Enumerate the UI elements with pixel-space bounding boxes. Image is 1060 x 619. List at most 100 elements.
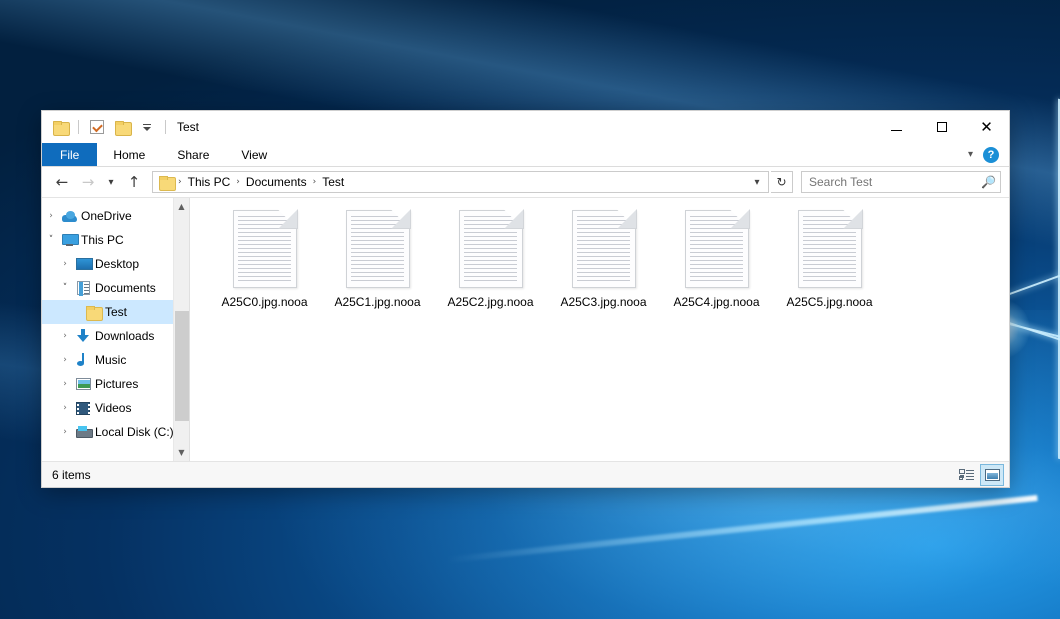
file-name-label: A25C4.jpg.nooa (673, 295, 759, 310)
forward-button[interactable]: → (76, 170, 100, 194)
window-body: › OneDrive ˅ This PC › Desktop ˅ (42, 197, 1009, 461)
chevron-down-icon[interactable]: ▾ (968, 149, 973, 160)
sidebar-item-label: OneDrive (78, 209, 132, 223)
list-item[interactable]: A25C4.jpg.nooa (660, 208, 773, 330)
help-icon[interactable]: ? (983, 147, 999, 163)
breadcrumb-item-documents[interactable]: Documents (241, 172, 312, 192)
disk-icon (74, 426, 92, 438)
tab-home[interactable]: Home (97, 143, 161, 166)
sidebar-item-onedrive[interactable]: › OneDrive (42, 204, 189, 228)
expander-icon[interactable]: › (56, 427, 74, 437)
expander-icon[interactable]: › (42, 211, 60, 221)
new-folder-icon[interactable] (112, 117, 132, 137)
sidebar-item-label: Pictures (92, 377, 138, 391)
list-item[interactable]: A25C1.jpg.nooa (321, 208, 434, 330)
toolbar-separator-1 (78, 120, 79, 134)
properties-icon[interactable] (87, 117, 107, 137)
sidebar-item-pictures[interactable]: › Pictures (42, 372, 189, 396)
tab-view[interactable]: View (225, 143, 283, 166)
sidebar-item-music[interactable]: › Music (42, 348, 189, 372)
file-name-label: A25C5.jpg.nooa (786, 295, 872, 310)
sidebar-item-documents[interactable]: ˅ Documents (42, 276, 189, 300)
expander-icon[interactable]: ˅ (56, 283, 74, 293)
sidebar-item-label: Music (92, 353, 126, 367)
sidebar-scrollbar[interactable]: ▲ ▼ (173, 198, 189, 461)
list-item[interactable]: A25C3.jpg.nooa (547, 208, 660, 330)
scroll-up-icon[interactable]: ▲ (174, 198, 190, 215)
minimize-button[interactable] (874, 111, 919, 143)
sidebar-item-local-disk[interactable]: › Local Disk (C:) (42, 420, 189, 444)
expander-icon[interactable]: › (56, 259, 74, 269)
sidebar-item-test[interactable]: Test (42, 300, 189, 324)
generic-document-icon (572, 210, 636, 288)
list-item[interactable]: A25C5.jpg.nooa (773, 208, 886, 330)
scrollbar-track[interactable] (174, 215, 190, 444)
generic-document-icon (459, 210, 523, 288)
sidebar-item-label: Videos (92, 401, 131, 415)
close-icon: ✕ (980, 120, 993, 135)
scroll-down-icon[interactable]: ▼ (174, 444, 190, 461)
up-button[interactable]: ↑ (122, 170, 146, 194)
recent-locations-button[interactable]: ▾ (102, 170, 120, 194)
window-title: Test (177, 120, 199, 134)
details-view-icon (959, 469, 974, 480)
scrollbar-thumb[interactable] (175, 311, 189, 421)
sidebar-item-label: Local Disk (C:) (92, 425, 174, 439)
sidebar-item-label: Desktop (92, 257, 139, 271)
address-bar: ← → ▾ ↑ › This PC › Documents › Test ▾ ↻… (42, 167, 1009, 197)
expander-icon[interactable]: ˅ (42, 235, 60, 245)
sidebar-item-label: Documents (92, 281, 156, 295)
view-mode-buttons (955, 465, 1003, 485)
search-input[interactable] (809, 175, 981, 189)
folder-icon (84, 306, 102, 319)
generic-document-icon (346, 210, 410, 288)
expander-icon[interactable]: › (56, 331, 74, 341)
back-button[interactable]: ← (50, 170, 74, 194)
sidebar-item-videos[interactable]: › Videos (42, 396, 189, 420)
sidebar-item-downloads[interactable]: › Downloads (42, 324, 189, 348)
computer-icon (60, 234, 78, 246)
expander-icon[interactable]: › (56, 379, 74, 389)
generic-document-icon (233, 210, 297, 288)
sidebar-item-label: Downloads (92, 329, 154, 343)
toolbar-separator-2 (165, 120, 166, 134)
generic-document-icon (685, 210, 749, 288)
pictures-icon (74, 378, 92, 390)
file-list-view[interactable]: A25C0.jpg.nooa A25C1.jpg.nooa A25C2.jpg.… (190, 198, 1009, 461)
file-explorer-window: Test ✕ File Home Share View ▾ ? ← → ▾ ↑ … (42, 111, 1009, 487)
breadcrumb[interactable]: › This PC › Documents › Test ▾ (152, 171, 769, 193)
sidebar-item-this-pc[interactable]: ˅ This PC (42, 228, 189, 252)
list-item[interactable]: A25C2.jpg.nooa (434, 208, 547, 330)
breadcrumb-list: › This PC › Documents › Test (177, 172, 748, 192)
breadcrumb-item-this-pc[interactable]: This PC (183, 172, 236, 192)
videos-icon (74, 402, 92, 415)
documents-icon (74, 281, 92, 295)
breadcrumb-item-test[interactable]: Test (317, 172, 349, 192)
item-count-label: 6 items (52, 468, 91, 482)
quick-access-toolbar (50, 111, 169, 143)
address-dropdown-icon[interactable]: ▾ (748, 177, 766, 188)
search-box[interactable]: 🔍 (801, 171, 1001, 193)
details-view-button[interactable] (955, 465, 977, 485)
sidebar-item-desktop[interactable]: › Desktop (42, 252, 189, 276)
large-icons-view-button[interactable] (981, 465, 1003, 485)
file-name-label: A25C0.jpg.nooa (221, 295, 307, 310)
file-name-label: A25C1.jpg.nooa (334, 295, 420, 310)
expander-icon[interactable]: › (56, 403, 74, 413)
expander-icon[interactable]: › (56, 355, 74, 365)
close-button[interactable]: ✕ (964, 111, 1009, 143)
tab-file[interactable]: File (42, 143, 97, 166)
refresh-button[interactable]: ↻ (771, 171, 793, 193)
search-icon[interactable]: 🔍 (981, 175, 996, 189)
customize-dropdown-icon[interactable] (137, 117, 157, 137)
sidebar-item-label: This PC (78, 233, 124, 247)
maximize-button[interactable] (919, 111, 964, 143)
folder-icon[interactable] (50, 117, 70, 137)
generic-document-icon (798, 210, 862, 288)
file-name-label: A25C2.jpg.nooa (447, 295, 533, 310)
cloud-icon (60, 211, 78, 222)
tab-share[interactable]: Share (161, 143, 225, 166)
desktop-icon (74, 258, 92, 270)
sidebar-item-label: Test (102, 305, 127, 319)
list-item[interactable]: A25C0.jpg.nooa (208, 208, 321, 330)
